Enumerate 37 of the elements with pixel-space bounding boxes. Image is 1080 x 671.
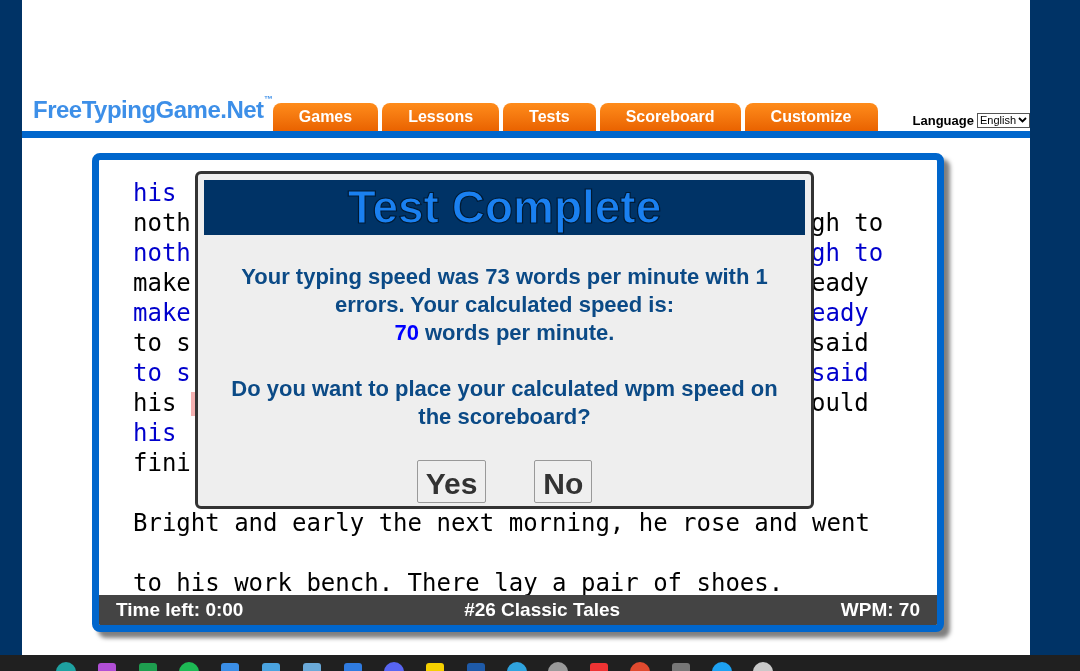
nav-tab[interactable]: Tests [503, 103, 596, 131]
nav-tab[interactable]: Games [272, 103, 379, 131]
text-line: said [811, 328, 869, 358]
text-line: noth [133, 238, 191, 268]
result-text: Your typing speed was 73 words per minute with 1 errors. Your calculated speed is: [240, 263, 769, 319]
language-select[interactable]: English [976, 112, 1030, 128]
question-text: Do you want to place your calculated wpm speed on the scoreboard? [230, 375, 779, 431]
dialog-button[interactable]: No [534, 460, 593, 503]
calculated-speed: 70 [394, 319, 419, 347]
text-line: ould [811, 388, 869, 418]
text-line: to s [133, 358, 191, 388]
nav-tab[interactable]: Lessons [382, 103, 500, 131]
language-label: Language [912, 111, 974, 130]
text-line: gh to [811, 238, 884, 268]
text-line: gh to [811, 208, 884, 238]
text-line: his [133, 418, 177, 448]
text-line: fini [133, 448, 191, 478]
site-logo[interactable]: FreeTypingGame.Net™ [33, 92, 273, 128]
text-line: to s [133, 328, 191, 358]
text-line: said [811, 358, 869, 388]
test-name: #26 Classic Tales [464, 597, 621, 622]
speed-unit: words per minute. [425, 319, 615, 347]
wpm-reading: WPM: 70 [840, 597, 920, 622]
dialog-title: Test Complete [347, 180, 662, 235]
text-line: his [133, 178, 177, 208]
text-line: make [133, 298, 191, 328]
text-line: his [133, 388, 178, 418]
dialog-button[interactable]: Yes [416, 460, 487, 503]
text-line: noth [133, 208, 191, 238]
time-left: Time left: 0:00 [116, 597, 244, 622]
chevron-down-icon [1018, 117, 1027, 124]
text-line: eady [811, 268, 869, 298]
nav-tab[interactable]: Scoreboard [599, 103, 741, 131]
text-line: make [133, 268, 191, 298]
text-line: eady [811, 298, 869, 328]
text-line: Bright and early the next morning, he rose and went [133, 508, 870, 538]
nav-tab[interactable]: Customize [744, 103, 878, 131]
